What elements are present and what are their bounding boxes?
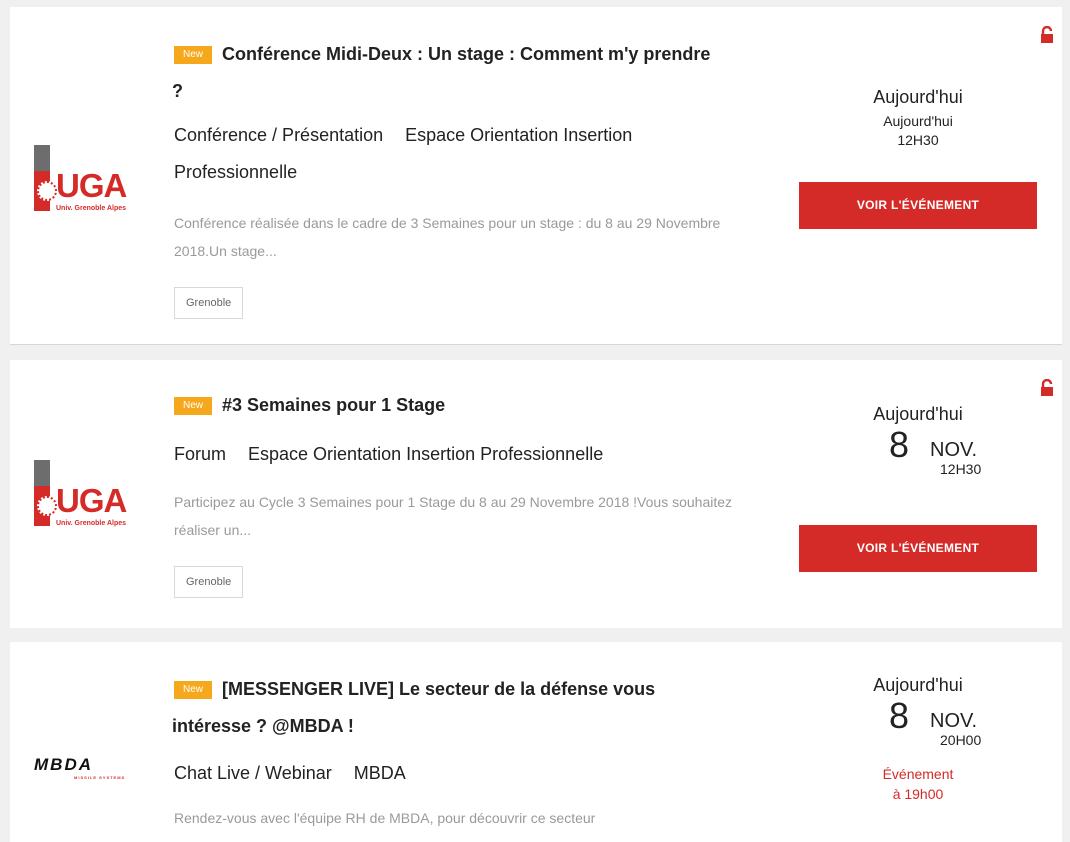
date-number: 8 bbox=[889, 424, 910, 465]
event-time: 12H30 bbox=[897, 132, 939, 148]
location-tag[interactable]: Grenoble bbox=[174, 287, 244, 319]
unlock-icon[interactable] bbox=[1040, 379, 1054, 397]
date-day: Aujourd'hui bbox=[883, 113, 953, 129]
organizer-logo[interactable]: UGA Univ. Grenoble Alpes bbox=[34, 145, 154, 215]
organizer-logo[interactable]: UGA Univ. Grenoble Alpes bbox=[34, 460, 154, 530]
event-description: Rendez-vous avec l'équipe RH de MBDA, po… bbox=[174, 810, 596, 826]
organizer-logo[interactable]: MBDA MISSILE SYSTEMS bbox=[34, 756, 154, 786]
event-description: Participez au Cycle 3 Semaines pour 1 St… bbox=[174, 494, 733, 538]
event-description: Conférence réalisée dans le cadre de 3 S… bbox=[174, 215, 721, 259]
event-type: Chat Live / Webinar bbox=[174, 763, 332, 783]
event-date: Aujourd'hui 8 NOV. 12H30 bbox=[799, 404, 1037, 477]
date-month: NOV. bbox=[930, 710, 978, 732]
location-tag[interactable]: Grenoble bbox=[174, 566, 244, 598]
wheel-icon bbox=[37, 496, 57, 516]
event-type: Conférence / Présentation bbox=[174, 125, 384, 145]
new-badge: New bbox=[174, 46, 213, 64]
event-card[interactable]: UGA Univ. Grenoble Alpes New Conférence M… bbox=[10, 7, 1062, 345]
date-label: Aujourd'hui bbox=[873, 87, 963, 107]
event-organizer: Espace Orientation Insertion Professionn… bbox=[248, 444, 604, 464]
event-card[interactable]: UGA Univ. Grenoble Alpes New #3 Semaines … bbox=[10, 360, 1062, 628]
event-card[interactable]: MBDA MISSILE SYSTEMS New [MESSENGER LIVE]… bbox=[10, 642, 1062, 842]
event-organizer: MBDA bbox=[353, 763, 406, 783]
event-time: 20H00 bbox=[940, 732, 982, 748]
view-event-button[interactable]: VOIR L'ÉVÉNEMENT bbox=[799, 182, 1037, 229]
date-month: NOV. bbox=[930, 439, 978, 461]
view-event-button[interactable]: VOIR L'ÉVÉNEMENT bbox=[799, 525, 1037, 572]
date-label: Aujourd'hui bbox=[873, 404, 963, 424]
event-time: 12H30 bbox=[940, 461, 982, 477]
event-date: Aujourd'hui 8 NOV. 20H00 Événement à 19h… bbox=[799, 675, 1037, 804]
event-date: Aujourd'hui Aujourd'hui 12H30 bbox=[799, 87, 1037, 150]
event-title[interactable]: New #3 Semaines pour 1 Stage bbox=[172, 387, 712, 424]
unlock-icon[interactable] bbox=[1040, 26, 1054, 44]
event-meta: Conférence / Présentation Espace Orientat… bbox=[174, 117, 734, 191]
event-title[interactable]: New Conférence Midi-Deux : Un stage : Com… bbox=[172, 36, 712, 110]
event-type: Forum bbox=[174, 444, 227, 464]
new-badge: New bbox=[174, 397, 213, 415]
event-title[interactable]: New [MESSENGER LIVE] Le secteur de la déf… bbox=[172, 671, 712, 745]
date-label: Aujourd'hui bbox=[873, 675, 963, 695]
event-meta: Forum Espace Orientation Insertion Profes… bbox=[174, 436, 734, 473]
event-meta: Chat Live / Webinar MBDA bbox=[174, 755, 734, 792]
date-number: 8 bbox=[889, 695, 910, 736]
wheel-icon bbox=[37, 181, 57, 201]
new-badge: New bbox=[174, 681, 213, 699]
event-notice: Événement à 19h00 bbox=[882, 766, 954, 802]
